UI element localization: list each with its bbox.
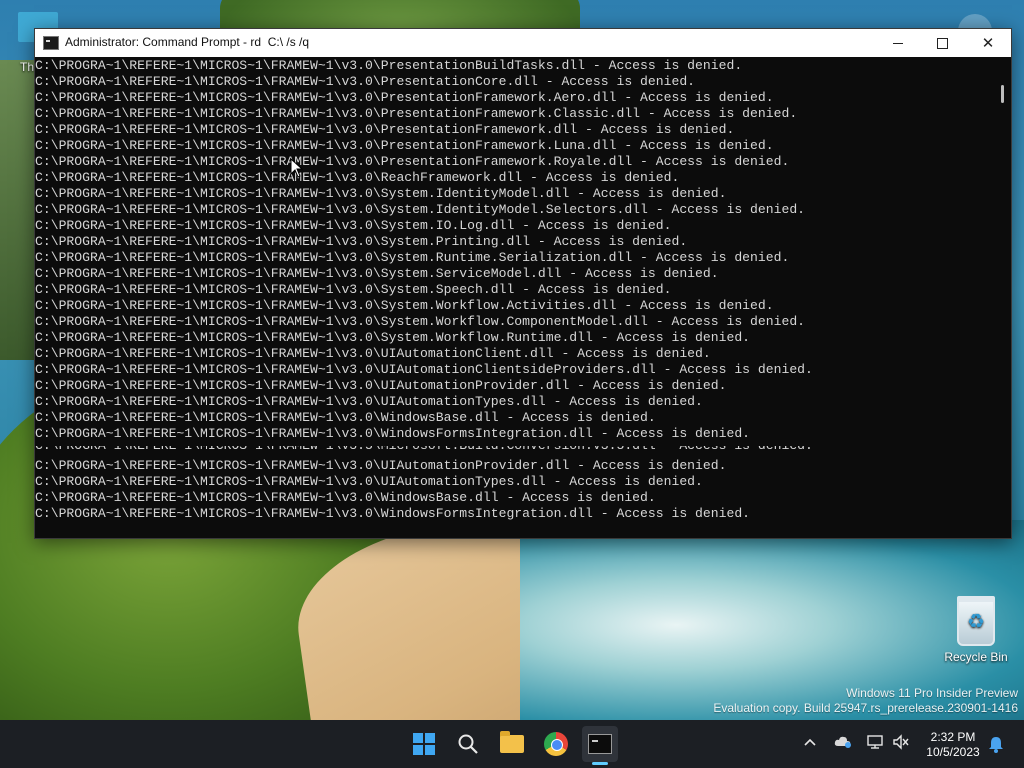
console-line: C:\PROGRA~1\REFERE~1\MICROS~1\FRAMEW~1\v… bbox=[35, 426, 751, 441]
minimize-icon bbox=[893, 42, 903, 44]
console-line: C:\PROGRA~1\REFERE~1\MICROS~1\FRAMEW~1\v… bbox=[35, 154, 790, 169]
console-line: C:\PROGRA~1\REFERE~1\MICROS~1\FRAMEW~1\v… bbox=[35, 490, 656, 505]
console-line: C:\PROGRA~1\REFERE~1\MICROS~1\FRAMEW~1\v… bbox=[35, 90, 774, 105]
watermark-build: Evaluation copy. Build 25947.rs_prerelea… bbox=[713, 701, 1018, 715]
console-scroll-thumb[interactable] bbox=[1001, 85, 1004, 103]
console-line: C:\PROGRA~1\REFERE~1\MICROS~1\FRAMEW~1\v… bbox=[35, 250, 790, 265]
console-line: C:\PROGRA~1\REFERE~1\MICROS~1\FRAMEW~1\v… bbox=[35, 202, 806, 217]
console-line: C:\PROGRA~1\REFERE~1\MICROS~1\FRAMEW~1\v… bbox=[35, 474, 703, 489]
recycle-bin-icon: ♻ bbox=[957, 596, 995, 646]
command-prompt-window[interactable]: Administrator: Command Prompt - rd C:\ /… bbox=[34, 28, 1012, 539]
maximize-icon bbox=[936, 37, 948, 49]
chevron-up-icon bbox=[804, 738, 816, 746]
watermark-edition: Windows 11 Pro Insider Preview bbox=[846, 686, 1018, 700]
console-line: C:\PROGRA~1\REFERE~1\MICROS~1\FRAMEW~1\v… bbox=[35, 170, 680, 185]
volume-muted-icon bbox=[893, 734, 909, 750]
search-icon bbox=[458, 734, 478, 754]
bell-icon bbox=[989, 737, 1003, 753]
onedrive-tray-button[interactable] bbox=[834, 734, 852, 752]
search-button[interactable] bbox=[450, 726, 486, 762]
console-line: C:\PROGRA~1\REFERE~1\MICROS~1\FRAMEW~1\v… bbox=[35, 122, 735, 137]
desktop-shortcut-label[interactable]: Th bbox=[20, 60, 34, 74]
console-line: C:\PROGRA~1\REFERE~1\MICROS~1\FRAMEW~1\v… bbox=[35, 346, 711, 361]
notification-button[interactable] bbox=[988, 735, 1004, 757]
window-titlebar[interactable]: Administrator: Command Prompt - rd C:\ /… bbox=[35, 29, 1011, 57]
clock-time: 2:32 PM bbox=[930, 730, 976, 744]
recycle-bin-label: Recycle Bin bbox=[944, 650, 1008, 664]
console-line: C:\PROGRA~1\REFERE~1\MICROS~1\FRAMEW~1\v… bbox=[35, 330, 751, 345]
console-line: C:\PROGRA~1\REFERE~1\MICROS~1\FRAMEW~1\v… bbox=[35, 298, 774, 313]
close-button[interactable]: ✕ bbox=[965, 29, 1011, 57]
volume-tray-button[interactable] bbox=[892, 734, 910, 752]
console-line: C:\PROGRA~1\REFERE~1\MICROS~1\FRAMEW~1\v… bbox=[35, 378, 727, 393]
chrome-button[interactable] bbox=[538, 726, 574, 762]
maximize-button[interactable] bbox=[919, 29, 965, 57]
command-prompt-icon bbox=[43, 36, 59, 50]
console-line: C:\PROGRA~1\REFERE~1\MICROS~1\FRAMEW~1\v… bbox=[35, 186, 727, 201]
start-button[interactable] bbox=[406, 726, 442, 762]
console-line: C:\PROGRA~1\REFERE~1\MICROS~1\FRAMEW~1\v… bbox=[35, 282, 672, 297]
console-lines: C:\PROGRA~1\REFERE~1\MICROS~1\FRAMEW~1\v… bbox=[35, 58, 997, 442]
command-prompt-taskbar-button[interactable] bbox=[582, 726, 618, 762]
cloud-icon bbox=[834, 736, 851, 748]
console-line: C:\PROGRA~1\REFERE~1\MICROS~1\FRAMEW~1\v… bbox=[35, 74, 696, 89]
console-output[interactable]: C:\PROGRA~1\REFERE~1\MICROS~1\FRAMEW~1\v… bbox=[35, 58, 997, 536]
file-explorer-button[interactable] bbox=[494, 726, 530, 762]
console-line: C:\PROGRA~1\REFERE~1\MICROS~1\FRAMEW~1\v… bbox=[35, 218, 672, 233]
active-app-indicator bbox=[592, 762, 608, 765]
console-line: C:\PROGRA~1\REFERE~1\MICROS~1\FRAMEW~1\v… bbox=[35, 138, 774, 153]
show-hidden-icons-button[interactable] bbox=[804, 734, 816, 750]
chrome-icon bbox=[544, 732, 568, 756]
console-line: C:\PROGRA~1\REFERE~1\MICROS~1\FRAMEW~1\v… bbox=[35, 362, 813, 377]
console-line: C:\PROGRA~1\REFERE~1\MICROS~1\FRAMEW~1\v… bbox=[35, 106, 798, 121]
console-line: C:\PROGRA~1\REFERE~1\MICROS~1\FRAMEW~1\v… bbox=[35, 58, 743, 73]
windows-logo-icon bbox=[413, 733, 435, 755]
console-line: C:\PROGRA~1\REFERE~1\MICROS~1\FRAMEW~1\v… bbox=[35, 266, 719, 281]
clock-date: 10/5/2023 bbox=[926, 745, 980, 759]
console-line: C:\PROGRA~1\REFERE~1\MICROS~1\FRAMEW~1\v… bbox=[35, 506, 751, 521]
folder-icon bbox=[500, 731, 524, 753]
network-icon bbox=[867, 735, 883, 749]
console-partial-line: C:\PROGRA~1\REFERE~1\MICROS~1\FRAMEW~1\v… bbox=[35, 446, 997, 454]
close-icon: ✕ bbox=[981, 35, 995, 52]
console-lower-lines: C:\PROGRA~1\REFERE~1\MICROS~1\FRAMEW~1\v… bbox=[35, 458, 997, 522]
console-scrollbar[interactable] bbox=[999, 58, 1009, 536]
console-line: C:\PROGRA~1\REFERE~1\MICROS~1\FRAMEW~1\v… bbox=[35, 410, 656, 425]
window-title: Administrator: Command Prompt - rd C:\ /… bbox=[65, 35, 310, 49]
minimize-button[interactable] bbox=[875, 29, 921, 57]
network-tray-button[interactable] bbox=[866, 734, 884, 752]
console-line: C:\PROGRA~1\REFERE~1\MICROS~1\FRAMEW~1\v… bbox=[35, 394, 703, 409]
taskbar-clock[interactable]: 2:32 PM 10/5/2023 bbox=[918, 730, 988, 760]
build-watermark: Windows 11 Pro Insider Preview Evaluatio… bbox=[713, 686, 1018, 716]
console-line: C:\PROGRA~1\REFERE~1\MICROS~1\FRAMEW~1\v… bbox=[35, 446, 997, 454]
console-line: C:\PROGRA~1\REFERE~1\MICROS~1\FRAMEW~1\v… bbox=[35, 458, 727, 473]
console-line: C:\PROGRA~1\REFERE~1\MICROS~1\FRAMEW~1\v… bbox=[35, 234, 688, 249]
terminal-icon bbox=[588, 734, 612, 754]
console-line: C:\PROGRA~1\REFERE~1\MICROS~1\FRAMEW~1\v… bbox=[35, 314, 806, 329]
recycle-bin[interactable]: ♻ Recycle Bin bbox=[944, 596, 1008, 664]
